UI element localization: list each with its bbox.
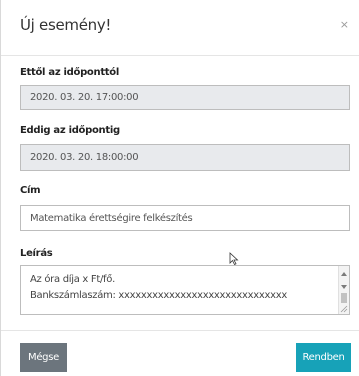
end-time-label: Eddig az időpontig [20, 125, 120, 136]
end-time-field: 2020. 03. 20. 18:00:00 [20, 144, 350, 171]
description-label: Leírás [20, 248, 53, 259]
title-label: Cím [20, 185, 41, 196]
new-event-dialog: Új esemény! × Ettől az időponttól 2020. … [0, 0, 359, 376]
scroll-thumb[interactable] [341, 293, 347, 303]
title-input-value: Matematika érettségire felkészítés [30, 212, 193, 224]
start-time-label: Ettől az időponttól [20, 67, 119, 78]
footer-divider [1, 330, 359, 331]
end-time-value: 2020. 03. 20. 18:00:00 [30, 152, 139, 163]
resize-grip-icon[interactable] [340, 305, 348, 313]
start-time-value: 2020. 03. 20. 17:00:00 [30, 92, 139, 103]
description-textarea[interactable]: Az óra díja x Ft/fő. Bankszámlaszám: xxx… [20, 265, 350, 315]
mouse-pointer-icon [229, 252, 239, 266]
cancel-button[interactable]: Mégse [20, 343, 67, 372]
scroll-up-icon[interactable] [341, 272, 347, 276]
description-line-2: Bankszámlaszám: xxxxxxxxxxxxxxxxxxxxxxxx… [30, 290, 287, 301]
dialog-header: Új esemény! × [1, 0, 359, 56]
title-input[interactable]: Matematika érettségire felkészítés [20, 205, 350, 231]
start-time-field: 2020. 03. 20. 17:00:00 [20, 85, 350, 110]
ok-button[interactable]: Rendben [296, 343, 351, 372]
dialog-title: Új esemény! [20, 16, 112, 34]
scroll-down-icon[interactable] [341, 285, 347, 289]
description-line-1: Az óra díja x Ft/fő. [30, 274, 115, 285]
close-icon[interactable]: × [340, 18, 349, 31]
